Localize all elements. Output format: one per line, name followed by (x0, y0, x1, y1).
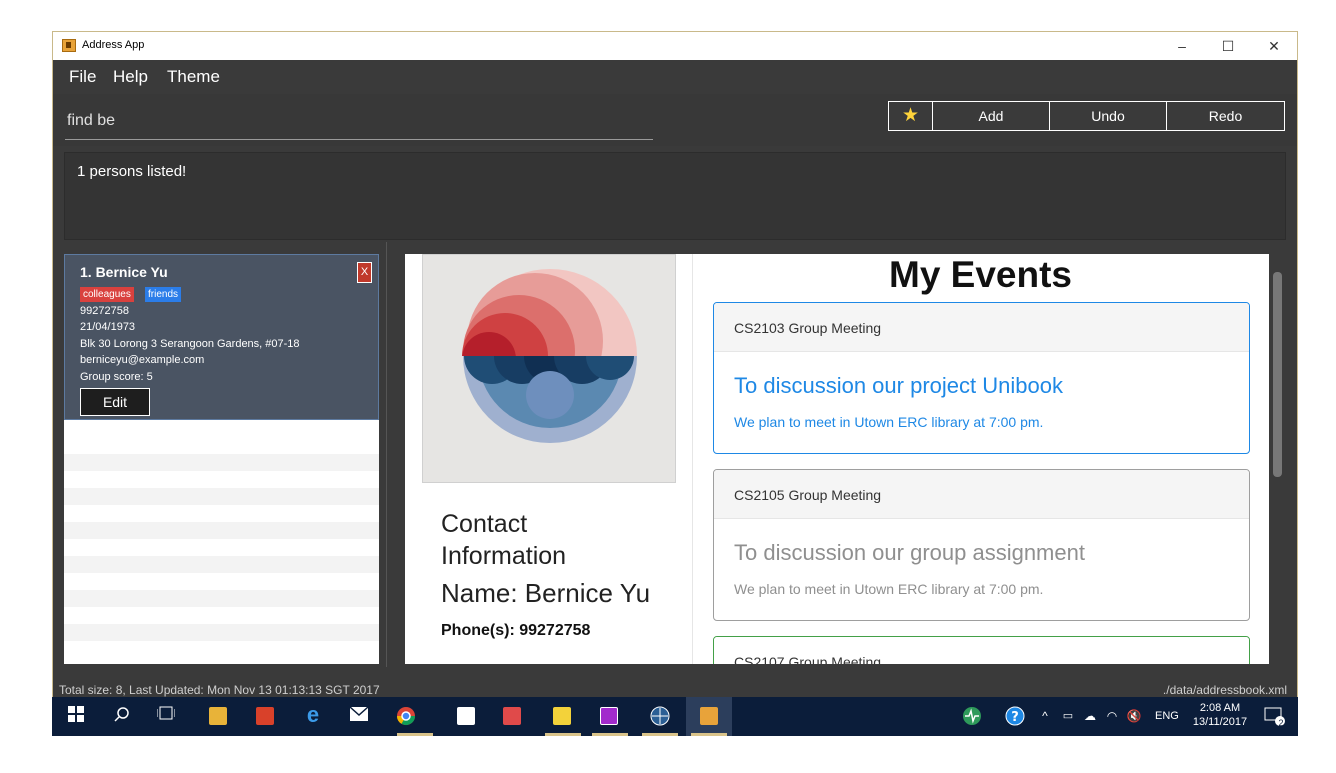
events-title: My Events (889, 254, 1073, 295)
contact-name: Name: Bernice Yu (441, 578, 651, 608)
event-header: CS2105 Group Meeting (714, 470, 1249, 519)
event-group: CS2103 Group Meeting (734, 320, 882, 336)
event-title: To discussion our project Unibook (734, 373, 1063, 398)
command-row: ★ Add Undo Redo (53, 94, 1297, 146)
search-icon[interactable] (112, 706, 132, 726)
app-icon (62, 39, 76, 52)
address-app-taskbar-button[interactable] (686, 697, 732, 736)
person-address: Blk 30 Lorong 3 Serangoon Gardens, #07-1… (80, 338, 300, 350)
status-file-path: ./data/addressbook.xml (1162, 683, 1287, 697)
sticky-notes-icon[interactable] (553, 707, 571, 725)
star-icon: ★ (901, 105, 920, 126)
task-view-icon[interactable] (156, 706, 176, 726)
app-window: Address App – ☐ ✕ File Help Theme ★ Add … (52, 31, 1298, 736)
menu-file[interactable]: File (69, 67, 96, 87)
language-indicator[interactable]: ENG (1155, 710, 1179, 722)
add-button[interactable]: Add (932, 101, 1050, 131)
close-button[interactable]: ✕ (1261, 36, 1287, 56)
windows-taskbar: e ? ^ ▭ ☁ ◠ 🔇 ENG 2:08 AM 13/11/2017 2 (52, 697, 1298, 736)
delete-button[interactable]: X (357, 262, 372, 283)
clock-date: 13/11/2017 (1192, 716, 1248, 728)
redo-button[interactable]: Redo (1166, 101, 1285, 131)
minimize-button[interactable]: – (1169, 36, 1195, 56)
events-scrollbar[interactable] (1273, 272, 1282, 477)
globe-app-running-indicator (642, 733, 678, 736)
person-list[interactable]: 1. Bernice Yu X colleagues friends 99272… (64, 254, 379, 664)
battery-icon[interactable]: ▭ (1058, 706, 1078, 726)
event-description: We plan to meet in Utown ERC library at … (734, 581, 1044, 597)
reader-icon[interactable] (503, 707, 521, 725)
profile-photo (422, 254, 676, 483)
chrome-running-indicator (397, 733, 433, 736)
menu-theme[interactable]: Theme (167, 67, 220, 87)
person-card[interactable]: 1. Bernice Yu X colleagues friends 99272… (64, 254, 379, 420)
event-title: To discussion our group assignment (734, 540, 1085, 565)
clock[interactable]: 2:08 AM 13/11/2017 (1192, 701, 1248, 729)
menu-help[interactable]: Help (113, 67, 148, 87)
edit-button[interactable]: Edit (80, 388, 150, 416)
contact-title-line2: Information (441, 542, 567, 570)
clock-time: 2:08 AM (1199, 702, 1241, 714)
contact-title-line1: Contact (441, 510, 528, 538)
undo-button[interactable]: Undo (1049, 101, 1167, 131)
intellij-running-indicator (592, 733, 628, 736)
mail-icon[interactable] (349, 706, 369, 726)
tag-friends: friends (145, 287, 182, 302)
tag-colleagues: colleagues (80, 287, 134, 302)
volume-muted-icon[interactable]: 🔇 (1124, 706, 1144, 726)
svg-text:?: ? (1011, 710, 1019, 725)
file-explorer-icon[interactable] (209, 707, 227, 725)
wifi-icon[interactable]: ◠ (1102, 706, 1122, 726)
person-phone: 99272758 (80, 305, 129, 317)
menu-bar: File Help Theme (53, 60, 1297, 94)
profile-artwork (462, 269, 637, 443)
result-display: 1 persons listed! (64, 152, 1286, 240)
edge-icon[interactable]: e (303, 704, 323, 726)
event-group: CS2105 Group Meeting (734, 487, 882, 503)
person-email: berniceyu@example.com (80, 354, 205, 366)
notifications-icon[interactable]: 2 (1264, 706, 1285, 728)
globe-app-icon[interactable] (650, 706, 670, 726)
person-name: 1. Bernice Yu (80, 264, 168, 280)
event-description: We plan to meet in Utown ERC library at … (734, 414, 1044, 430)
window-title: Address App (82, 39, 145, 51)
intellij-icon[interactable] (600, 707, 618, 725)
event-card[interactable]: CS2107 Group Meeting (713, 636, 1250, 664)
store-icon[interactable] (457, 707, 475, 725)
split-divider[interactable] (386, 242, 387, 667)
notification-count: 2 (1278, 718, 1284, 728)
command-input[interactable] (65, 102, 653, 140)
address-app-running-indicator (691, 733, 727, 736)
help-icon[interactable]: ? (1005, 706, 1025, 726)
event-card[interactable]: CS2105 Group Meeting To discussion our g… (713, 469, 1250, 621)
event-card[interactable]: CS2103 Group Meeting To discussion our p… (713, 302, 1250, 454)
start-icon[interactable] (66, 706, 86, 726)
event-header: CS2103 Group Meeting (714, 303, 1249, 352)
event-header: CS2107 Group Meeting (714, 637, 1249, 664)
result-text: 1 persons listed! (77, 163, 187, 180)
chrome-icon[interactable] (396, 706, 416, 726)
star-button[interactable]: ★ (888, 101, 933, 131)
maximize-button[interactable]: ☐ (1215, 36, 1241, 56)
contact-title: Contact Information (441, 508, 566, 572)
person-group-score: Group score: 5 (80, 371, 153, 383)
contact-phone: Phone(s): 99272758 (441, 622, 591, 639)
title-bar: Address App – ☐ ✕ (53, 32, 1297, 60)
cloud-icon[interactable]: ☁ (1080, 706, 1100, 726)
sticky-notes-running-indicator (545, 733, 581, 736)
acrobat-icon[interactable] (256, 707, 274, 725)
status-summary: Total size: 8, Last Updated: Mon Nov 13 … (59, 683, 380, 697)
person-birthday: 21/04/1973 (80, 321, 136, 333)
activity-icon[interactable] (962, 706, 982, 726)
event-group: CS2107 Group Meeting (734, 654, 882, 664)
chevron-up-icon[interactable]: ^ (1035, 706, 1055, 726)
browser-panel: Contact Information Name: Bernice Yu Pho… (405, 254, 1269, 664)
address-app-icon (700, 707, 718, 725)
column-separator (692, 254, 693, 664)
